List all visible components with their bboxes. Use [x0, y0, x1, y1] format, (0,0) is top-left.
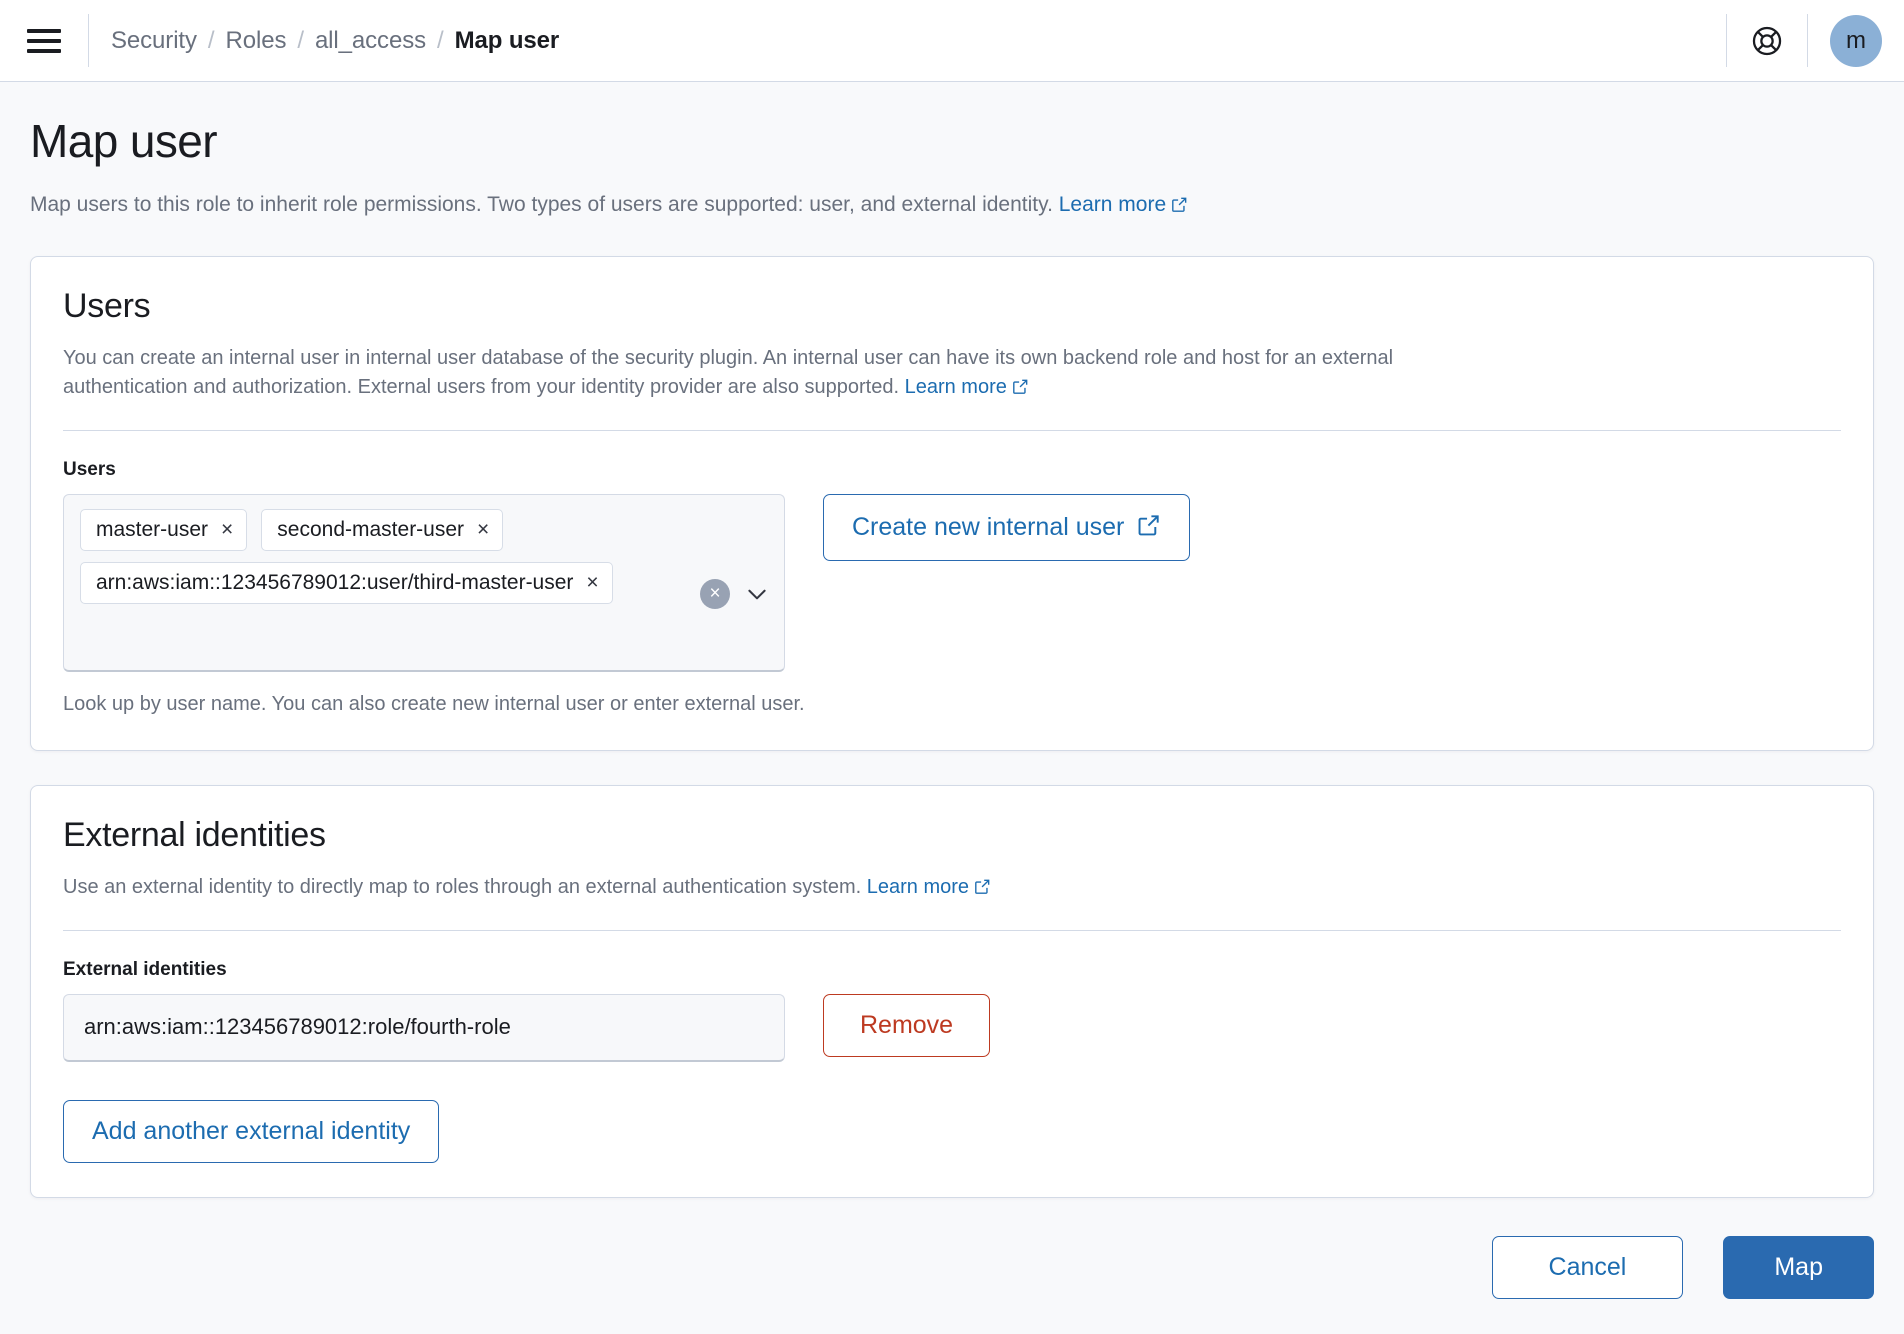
page-header: Map user Map users to this role to inher… — [30, 82, 1874, 222]
page-body: Map user Map users to this role to inher… — [0, 82, 1904, 1329]
users-field-row: master-user × second-master-user × arn:a… — [63, 493, 1841, 672]
remove-pill-icon[interactable]: × — [586, 572, 598, 593]
add-another-external-identity-label: Add another external identity — [92, 1116, 411, 1145]
app-root: Security / Roles / all_access / Map user — [0, 0, 1904, 1334]
users-field-label: Users — [63, 458, 116, 480]
menu-toggle-button[interactable] — [0, 0, 88, 81]
remove-pill-icon[interactable]: × — [221, 519, 233, 540]
remove-external-identity-button[interactable]: Remove — [823, 993, 991, 1057]
page-learn-more-label: Learn more — [1058, 192, 1167, 216]
clear-all-icon[interactable]: × — [700, 578, 730, 609]
combobox-actions: × — [700, 578, 770, 609]
external-identities-card: External identities Use an external iden… — [30, 784, 1874, 1198]
external-identity-row: Remove — [63, 993, 1841, 1062]
header-actions: m — [1726, 0, 1904, 81]
hamburger-menu-icon — [27, 28, 61, 53]
external-learn-more-link[interactable]: Learn more — [867, 876, 991, 898]
cancel-button-label: Cancel — [1548, 1252, 1627, 1281]
map-button-label: Map — [1774, 1252, 1823, 1281]
user-pill-label: arn:aws:iam::123456789012:user/third-mas… — [96, 571, 574, 595]
create-new-internal-user-button[interactable]: Create new internal user — [823, 493, 1191, 561]
life-ring-help-icon — [1752, 26, 1782, 55]
breadcrumb-item-map-user: Map user — [454, 26, 560, 54]
top-header: Security / Roles / all_access / Map user — [0, 0, 1904, 82]
page-title: Map user — [30, 115, 218, 167]
avatar: m — [1830, 14, 1882, 67]
external-identities-field-label: External identities — [63, 958, 227, 980]
users-learn-more-link[interactable]: Learn more — [905, 376, 1029, 398]
user-pill-label: master-user — [96, 517, 209, 541]
users-help-text: Look up by user name. You can also creat… — [63, 692, 805, 715]
breadcrumb-separator: / — [207, 26, 215, 54]
add-external-identity-row: Add another external identity — [63, 1099, 1841, 1163]
users-card-description: You can create an internal user in inter… — [63, 344, 1523, 404]
users-card-heading: Users — [63, 286, 151, 325]
external-link-icon — [1012, 375, 1029, 404]
user-pill[interactable]: arn:aws:iam::123456789012:user/third-mas… — [80, 562, 613, 605]
external-link-icon — [1137, 513, 1161, 542]
external-identities-heading: External identities — [63, 815, 326, 854]
user-menu-button[interactable]: m — [1808, 0, 1904, 81]
page-description-text: Map users to this role to inherit role p… — [30, 192, 1053, 216]
external-link-icon — [1171, 192, 1188, 222]
users-card-description-text: You can create an internal user in inter… — [63, 346, 1394, 398]
external-link-icon — [974, 875, 991, 904]
remove-pill-icon[interactable]: × — [477, 519, 489, 540]
chevron-down-icon[interactable] — [744, 581, 770, 607]
user-pill[interactable]: second-master-user × — [261, 508, 504, 552]
cancel-button[interactable]: Cancel — [1491, 1235, 1684, 1299]
page-description: Map users to this role to inherit role p… — [30, 190, 1874, 222]
create-new-internal-user-label: Create new internal user — [852, 512, 1125, 541]
users-card-divider — [63, 429, 1841, 431]
user-pill-label: second-master-user — [277, 517, 465, 541]
add-another-external-identity-button[interactable]: Add another external identity — [63, 1099, 440, 1163]
page-learn-more-link[interactable]: Learn more — [1059, 193, 1188, 216]
map-button[interactable]: Map — [1723, 1235, 1874, 1299]
breadcrumb: Security / Roles / all_access / Map user — [89, 0, 559, 81]
breadcrumb-separator: / — [297, 26, 304, 54]
breadcrumb-item-all-access[interactable]: all_access — [315, 27, 426, 55]
breadcrumb-separator: / — [437, 26, 444, 54]
users-combobox[interactable]: master-user × second-master-user × arn:a… — [63, 493, 785, 672]
form-footer: Cancel Map — [30, 1235, 1874, 1329]
external-identities-description-text: Use an external identity to directly map… — [63, 875, 862, 898]
user-pill[interactable]: master-user × — [80, 508, 248, 552]
help-button[interactable] — [1727, 0, 1807, 81]
users-learn-more-label: Learn more — [904, 375, 1007, 398]
remove-button-label: Remove — [860, 1010, 954, 1039]
breadcrumb-item-roles[interactable]: Roles — [225, 27, 286, 55]
users-card: Users You can create an internal user in… — [30, 255, 1874, 751]
external-identities-description: Use an external identity to directly map… — [63, 873, 1523, 904]
breadcrumb-item-security[interactable]: Security — [111, 27, 197, 55]
external-learn-more-label: Learn more — [866, 875, 970, 898]
external-identities-divider — [63, 929, 1841, 931]
external-identity-input[interactable] — [63, 993, 785, 1062]
